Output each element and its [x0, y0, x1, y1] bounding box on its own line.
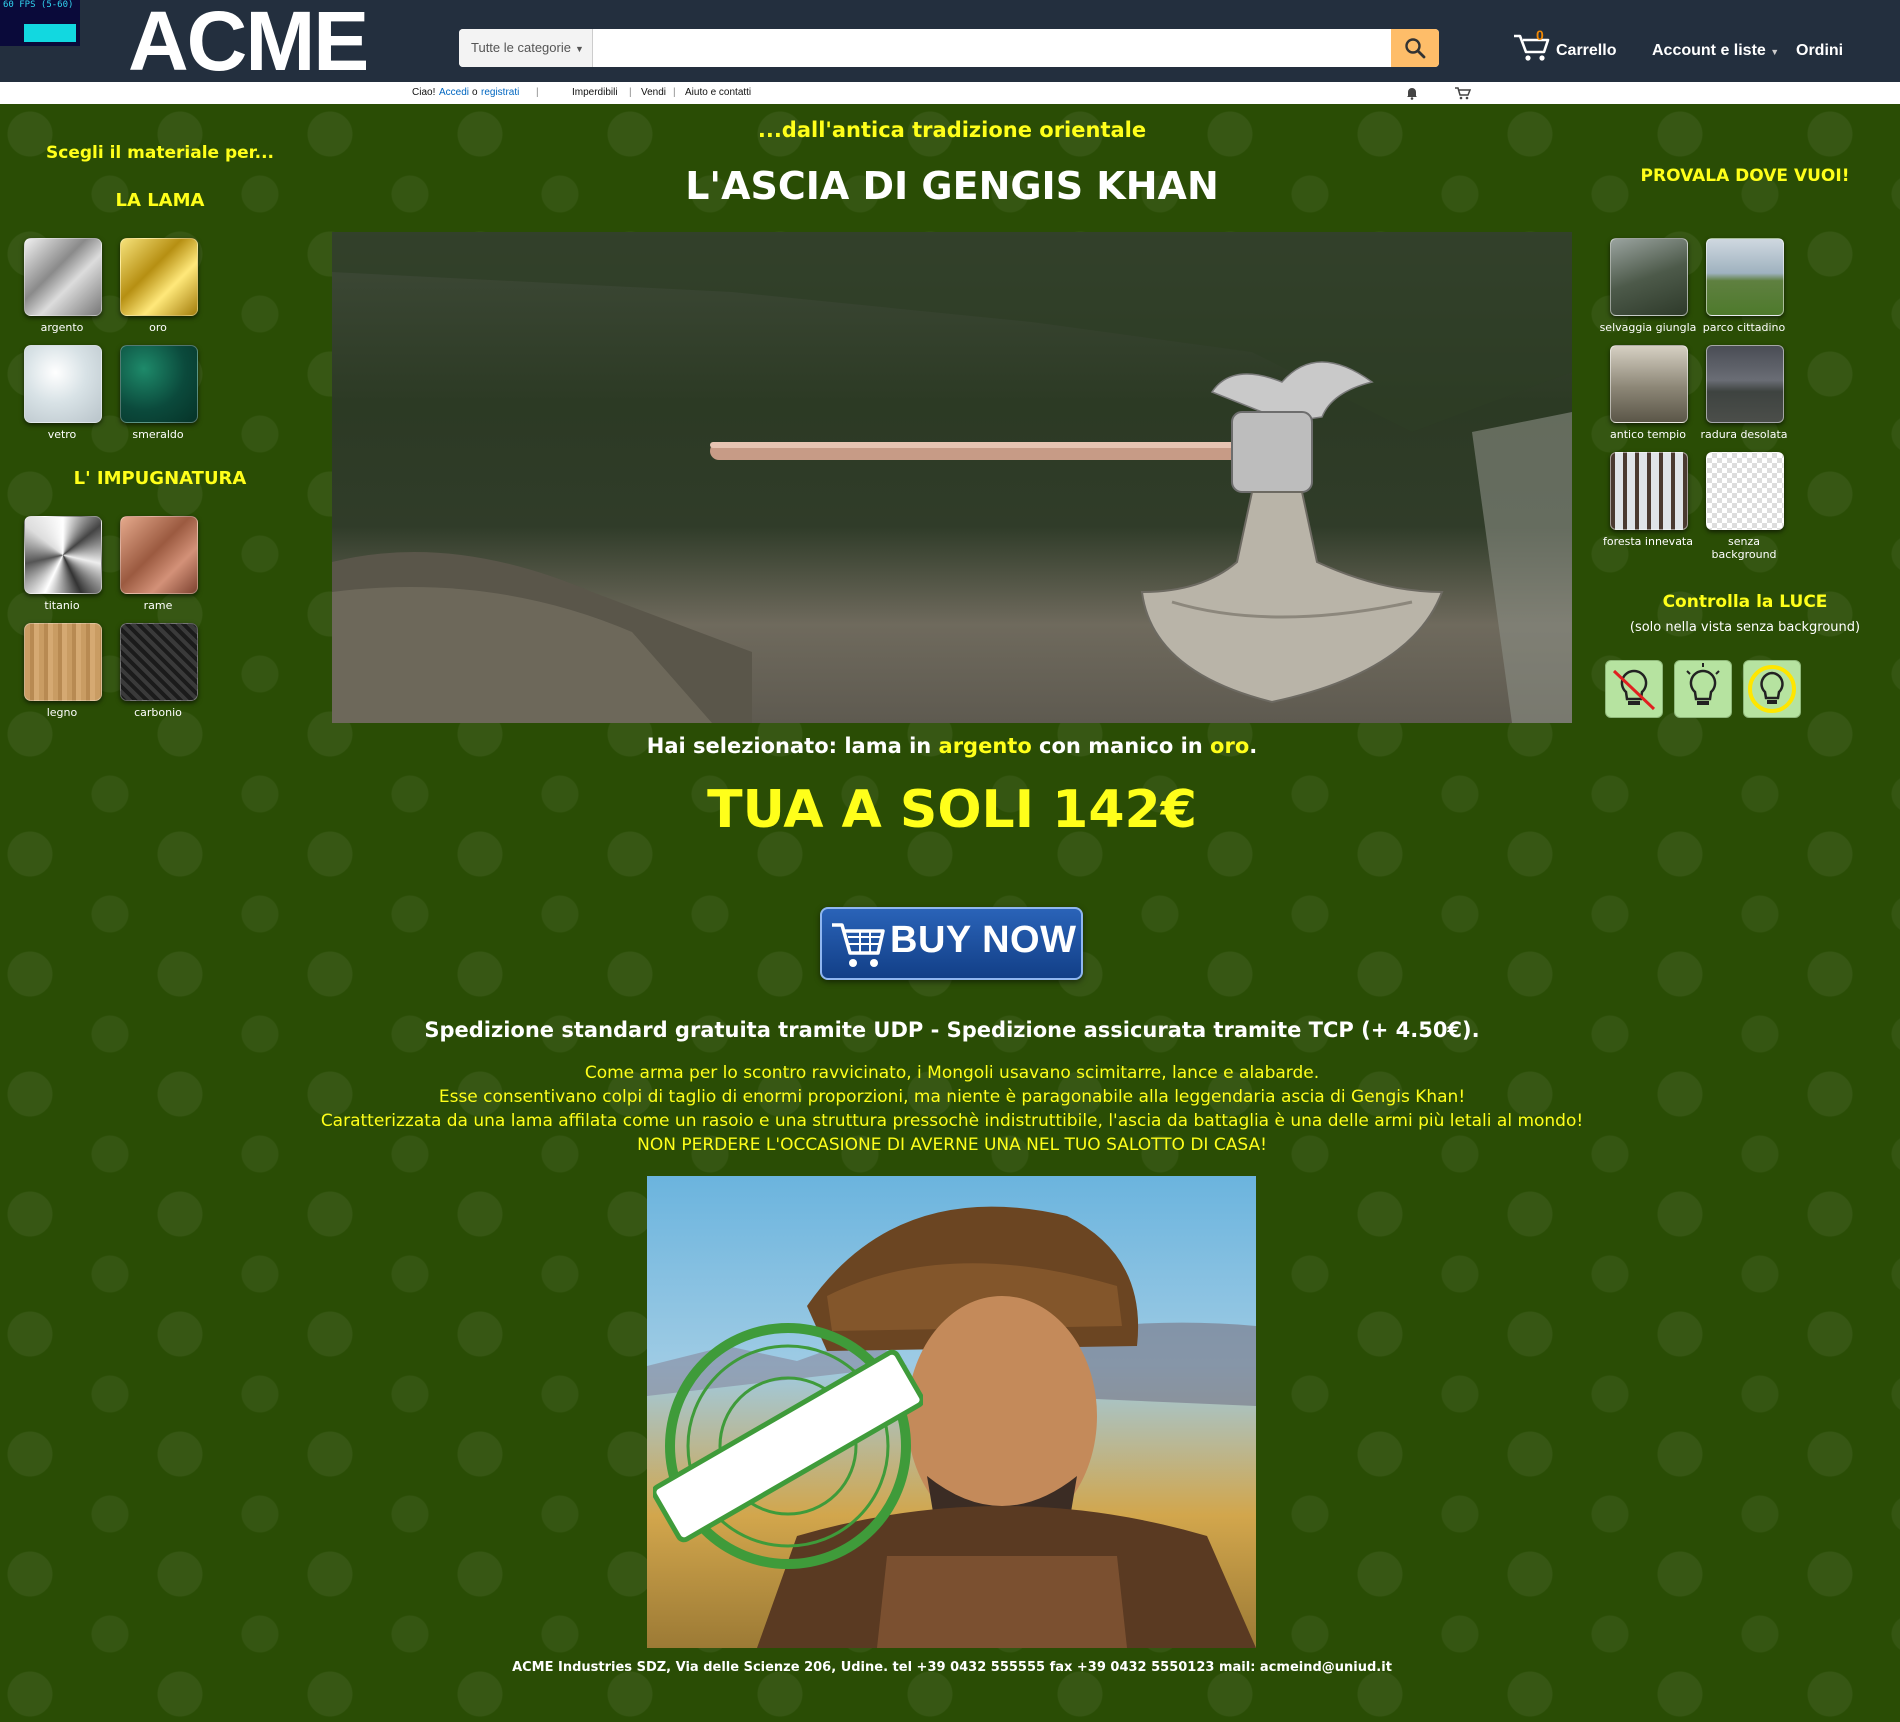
thumb-label: foresta innevata [1602, 535, 1693, 548]
blade-title: LA LAMA [115, 190, 205, 211]
approved-stamp-icon [653, 1323, 923, 1569]
material-swatch-legno[interactable] [24, 623, 102, 701]
register-link[interactable]: registrati [481, 87, 519, 98]
material-heading: Scegli il materiale per... [46, 143, 274, 163]
category-dropdown[interactable]: Tutte le categorie ▼ [459, 29, 593, 67]
sell-link[interactable]: Vendi [641, 87, 666, 98]
material-swatch-oro[interactable] [120, 238, 198, 316]
background-thumb-temple[interactable] [1610, 345, 1688, 423]
selection-mid: con manico in [1031, 734, 1211, 758]
search-input[interactable] [594, 29, 1394, 67]
fps-bar [24, 24, 76, 42]
swatch-label: argento [40, 321, 84, 334]
separator: | [673, 87, 676, 98]
material-swatch-carbonio[interactable] [120, 623, 198, 701]
genghis-khan-photo [647, 1176, 1256, 1648]
swatch-label: titanio [44, 599, 80, 612]
fps-text: 60 FPS (5-60) [3, 0, 74, 10]
search-button[interactable] [1391, 29, 1439, 67]
search-icon [1405, 38, 1426, 59]
cart-count: 0 [1536, 27, 1544, 43]
description-line: NON PERDERE L'OCCASIONE DI AVERNE UNA NE… [637, 1135, 1267, 1155]
buy-now-label: BUY NOW [890, 919, 1077, 961]
handle-title: L' IMPUGNATURA [73, 468, 247, 489]
fps-meter: 60 FPS (5-60) [0, 0, 80, 46]
greeting-text: Ciao! [412, 87, 436, 98]
thumb-label: selvaggia giungla [1599, 321, 1697, 334]
light-off-button[interactable] [1605, 660, 1663, 718]
swatch-label: carbonio [134, 706, 182, 719]
sub-nav: Ciao! Accedi o registrati | Imperdibili … [0, 82, 1900, 104]
selection-end: . [1249, 734, 1258, 758]
thumb-label: parco cittadino [1702, 321, 1786, 334]
background-thumb-park[interactable] [1706, 238, 1784, 316]
selected-blade: argento [938, 734, 1032, 758]
light-title: Controlla la LUCE [1662, 592, 1828, 612]
cart-icon [1514, 34, 1550, 61]
background-thumb-jungle[interactable] [1610, 238, 1688, 316]
material-swatch-argento[interactable] [24, 238, 102, 316]
or-text: o [472, 87, 478, 98]
selection-prefix: Hai selezionato: lama in [646, 734, 939, 758]
lightbulb-icon [1686, 663, 1720, 705]
separator: | [536, 87, 539, 98]
orders-link[interactable]: Ordini [1796, 42, 1843, 60]
thumb-label: senza background [1711, 535, 1777, 561]
background-thumb-snow-forest[interactable] [1610, 452, 1688, 530]
footer: ACME Industries SDZ, Via delle Scienze 2… [512, 1660, 1392, 1675]
backgrounds-heading: PROVALA DOVE VUOI! [1640, 166, 1850, 186]
3d-product-viewer[interactable] [332, 232, 1572, 723]
help-link[interactable]: Aiuto e contatti [685, 87, 751, 98]
account-label: Account e liste [1652, 42, 1766, 59]
cart-icon[interactable] [1454, 86, 1472, 100]
bell-icon[interactable] [1405, 86, 1419, 100]
price: TUA A SOLI 142€ [707, 780, 1197, 840]
swatch-label: smeraldo [132, 428, 184, 441]
swatch-label: legno [46, 706, 78, 719]
description-line: Esse consentivano colpi di taglio di eno… [438, 1087, 1466, 1107]
selected-handle: oro [1210, 734, 1250, 758]
swatch-label: rame [143, 599, 173, 612]
tagline: ...dall'antica tradizione orientale [757, 118, 1147, 142]
thumb-label: radura desolata [1700, 428, 1788, 441]
separator: | [629, 87, 632, 98]
swatch-label: oro [149, 321, 167, 334]
buy-now-button[interactable]: BUY NOW [820, 907, 1083, 980]
chevron-down-icon: ▼ [1770, 47, 1780, 57]
cart-icon [832, 923, 885, 967]
account-menu[interactable]: Account e liste ▼ [1652, 42, 1779, 60]
acme-logo[interactable]: ACME [128, 0, 369, 83]
material-swatch-titanio[interactable] [24, 516, 102, 594]
search-bar: Tutte le categorie ▼ [459, 29, 1439, 67]
shipping-info: Spedizione standard gratuita tramite UDP… [424, 1018, 1480, 1042]
deals-link[interactable]: Imperdibili [572, 87, 618, 98]
background-thumb-clearing[interactable] [1706, 345, 1784, 423]
top-nav: 60 FPS (5-60) ACME Tutte le categorie ▼ 0… [0, 0, 1900, 83]
selection-summary: Hai selezionato: lama in argento con man… [332, 734, 1572, 758]
swatch-label: vetro [47, 428, 77, 441]
background-thumb-none[interactable] [1706, 452, 1784, 530]
rotating-light-icon [1748, 665, 1796, 713]
cart-label: Carrello [1556, 42, 1617, 59]
material-swatch-vetro[interactable] [24, 345, 102, 423]
light-note: (solo nella vista senza background) [1629, 620, 1861, 635]
light-on-button[interactable] [1674, 660, 1732, 718]
description-line: Come arma per lo scontro ravvicinato, i … [584, 1063, 1320, 1083]
description-line: Caratterizzata da una lama affilata come… [320, 1111, 1584, 1131]
light-rotate-button[interactable] [1743, 660, 1801, 718]
material-swatch-rame[interactable] [120, 516, 198, 594]
category-label: Tutte le categorie [471, 40, 571, 55]
chevron-down-icon: ▼ [574, 44, 584, 54]
login-link[interactable]: Accedi [439, 87, 469, 98]
axe-render [332, 232, 1572, 723]
light-off-icon [1612, 669, 1656, 711]
page-title: L'ASCIA DI GENGIS KHAN [685, 164, 1219, 208]
material-swatch-smeraldo[interactable] [120, 345, 198, 423]
thumb-label: antico tempio [1610, 428, 1686, 441]
